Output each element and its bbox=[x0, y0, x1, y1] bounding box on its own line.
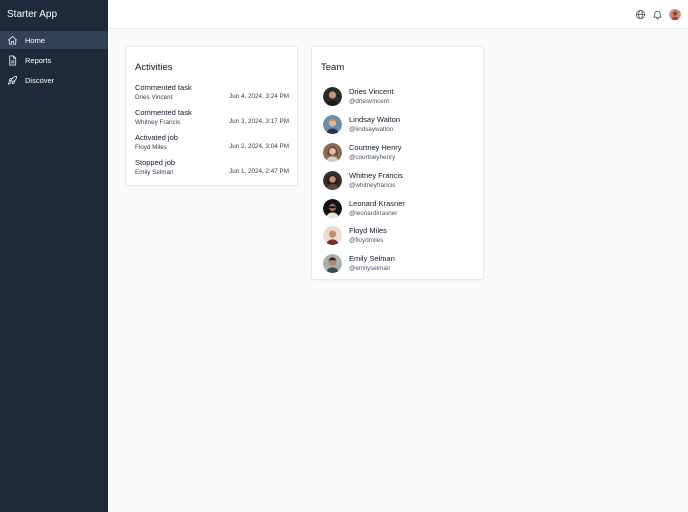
team-member[interactable]: Dries Vincent @driesvincent bbox=[323, 83, 473, 111]
team-member[interactable]: Floyd Miles @floydmiles bbox=[323, 222, 473, 250]
team-member[interactable]: Lindsay Walton @lindsaywalton bbox=[323, 111, 473, 139]
activity-title: Commented task bbox=[135, 83, 192, 92]
avatar bbox=[323, 87, 342, 107]
member-handle: @emilyselman bbox=[349, 265, 391, 273]
top-bar bbox=[108, 0, 688, 29]
sidebar-item-label: Reports bbox=[25, 55, 52, 65]
activity-date: Jun 1, 2024, 2:47 PM bbox=[229, 168, 289, 175]
member-handle: @driesvincent bbox=[349, 98, 389, 106]
avatar bbox=[323, 115, 342, 135]
activities-card: Activities Commented task Dries Vincent … bbox=[125, 46, 298, 186]
team-member[interactable]: Leonard Krasner @leonardkrasner bbox=[323, 194, 473, 222]
member-name: Leonard Krasner bbox=[349, 198, 405, 208]
app-title: Starter App bbox=[7, 9, 58, 20]
activity-item[interactable]: Commented task Whitney Francis Jun 3, 20… bbox=[135, 108, 289, 133]
team-member[interactable]: Courtney Henry @courtneyhenry bbox=[323, 139, 473, 167]
sidebar-item-label: Home bbox=[25, 35, 46, 45]
user-avatar[interactable] bbox=[669, 8, 681, 20]
activity-item[interactable]: Activated job Floyd Miles Jun 2, 2024, 3… bbox=[135, 133, 289, 158]
team-list: Dries Vincent @driesvincent Lindsay Walt… bbox=[323, 83, 473, 278]
avatar bbox=[323, 254, 342, 274]
activity-item[interactable]: Stopped job Emily Selman Jun 1, 2024, 2:… bbox=[135, 158, 289, 183]
activity-date: Jun 4, 2024, 3:24 PM bbox=[229, 93, 289, 100]
activity-title: Commented task bbox=[135, 108, 192, 117]
activity-title: Activated job bbox=[135, 133, 178, 142]
member-handle: @lindsaywalton bbox=[349, 126, 394, 134]
sidebar-item-discover[interactable]: Discover bbox=[0, 71, 108, 89]
member-handle: @leonardkrasner bbox=[349, 209, 398, 217]
avatar bbox=[323, 142, 342, 162]
document-icon bbox=[7, 55, 18, 66]
activity-date: Jun 2, 2024, 3:04 PM bbox=[229, 143, 289, 150]
sidebar-item-reports[interactable]: Reports bbox=[0, 51, 108, 69]
member-name: Emily Selman bbox=[349, 254, 395, 264]
team-title: Team bbox=[321, 62, 345, 73]
avatar bbox=[323, 170, 342, 190]
team-member[interactable]: Whitney Francis @whitneyfrancis bbox=[323, 166, 473, 194]
member-name: Whitney Francis bbox=[349, 170, 403, 180]
member-name: Floyd Miles bbox=[349, 226, 387, 236]
sidebar-item-home[interactable]: Home bbox=[0, 31, 108, 49]
team-card: Team Dries Vincent @driesvincent Lindsay… bbox=[311, 46, 484, 280]
activity-item[interactable]: Commented task Dries Vincent Jun 4, 2024… bbox=[135, 83, 289, 108]
member-name: Courtney Henry bbox=[349, 142, 402, 152]
globe-icon[interactable] bbox=[634, 8, 646, 20]
home-icon bbox=[7, 35, 18, 46]
activity-title: Stopped job bbox=[135, 158, 176, 167]
member-handle: @whitneyfrancis bbox=[349, 181, 396, 189]
member-name: Dries Vincent bbox=[349, 87, 394, 97]
member-name: Lindsay Walton bbox=[349, 115, 400, 125]
bell-icon[interactable] bbox=[651, 8, 663, 20]
avatar bbox=[323, 198, 342, 218]
activity-list: Commented task Dries Vincent Jun 4, 2024… bbox=[135, 83, 289, 183]
member-handle: @courtneyhenry bbox=[349, 153, 396, 161]
sidebar-item-label: Discover bbox=[25, 75, 55, 85]
sidebar-nav: Home Reports Discover bbox=[0, 31, 108, 91]
activity-date: Jun 3, 2024, 3:17 PM bbox=[229, 118, 289, 125]
sidebar: Starter App Home Reports Discover bbox=[0, 0, 108, 512]
activities-title: Activities bbox=[135, 62, 173, 73]
rocket-icon bbox=[7, 75, 18, 86]
member-handle: @floydmiles bbox=[349, 237, 384, 245]
team-member[interactable]: Emily Selman @emilyselman bbox=[323, 250, 473, 278]
avatar bbox=[323, 226, 342, 246]
